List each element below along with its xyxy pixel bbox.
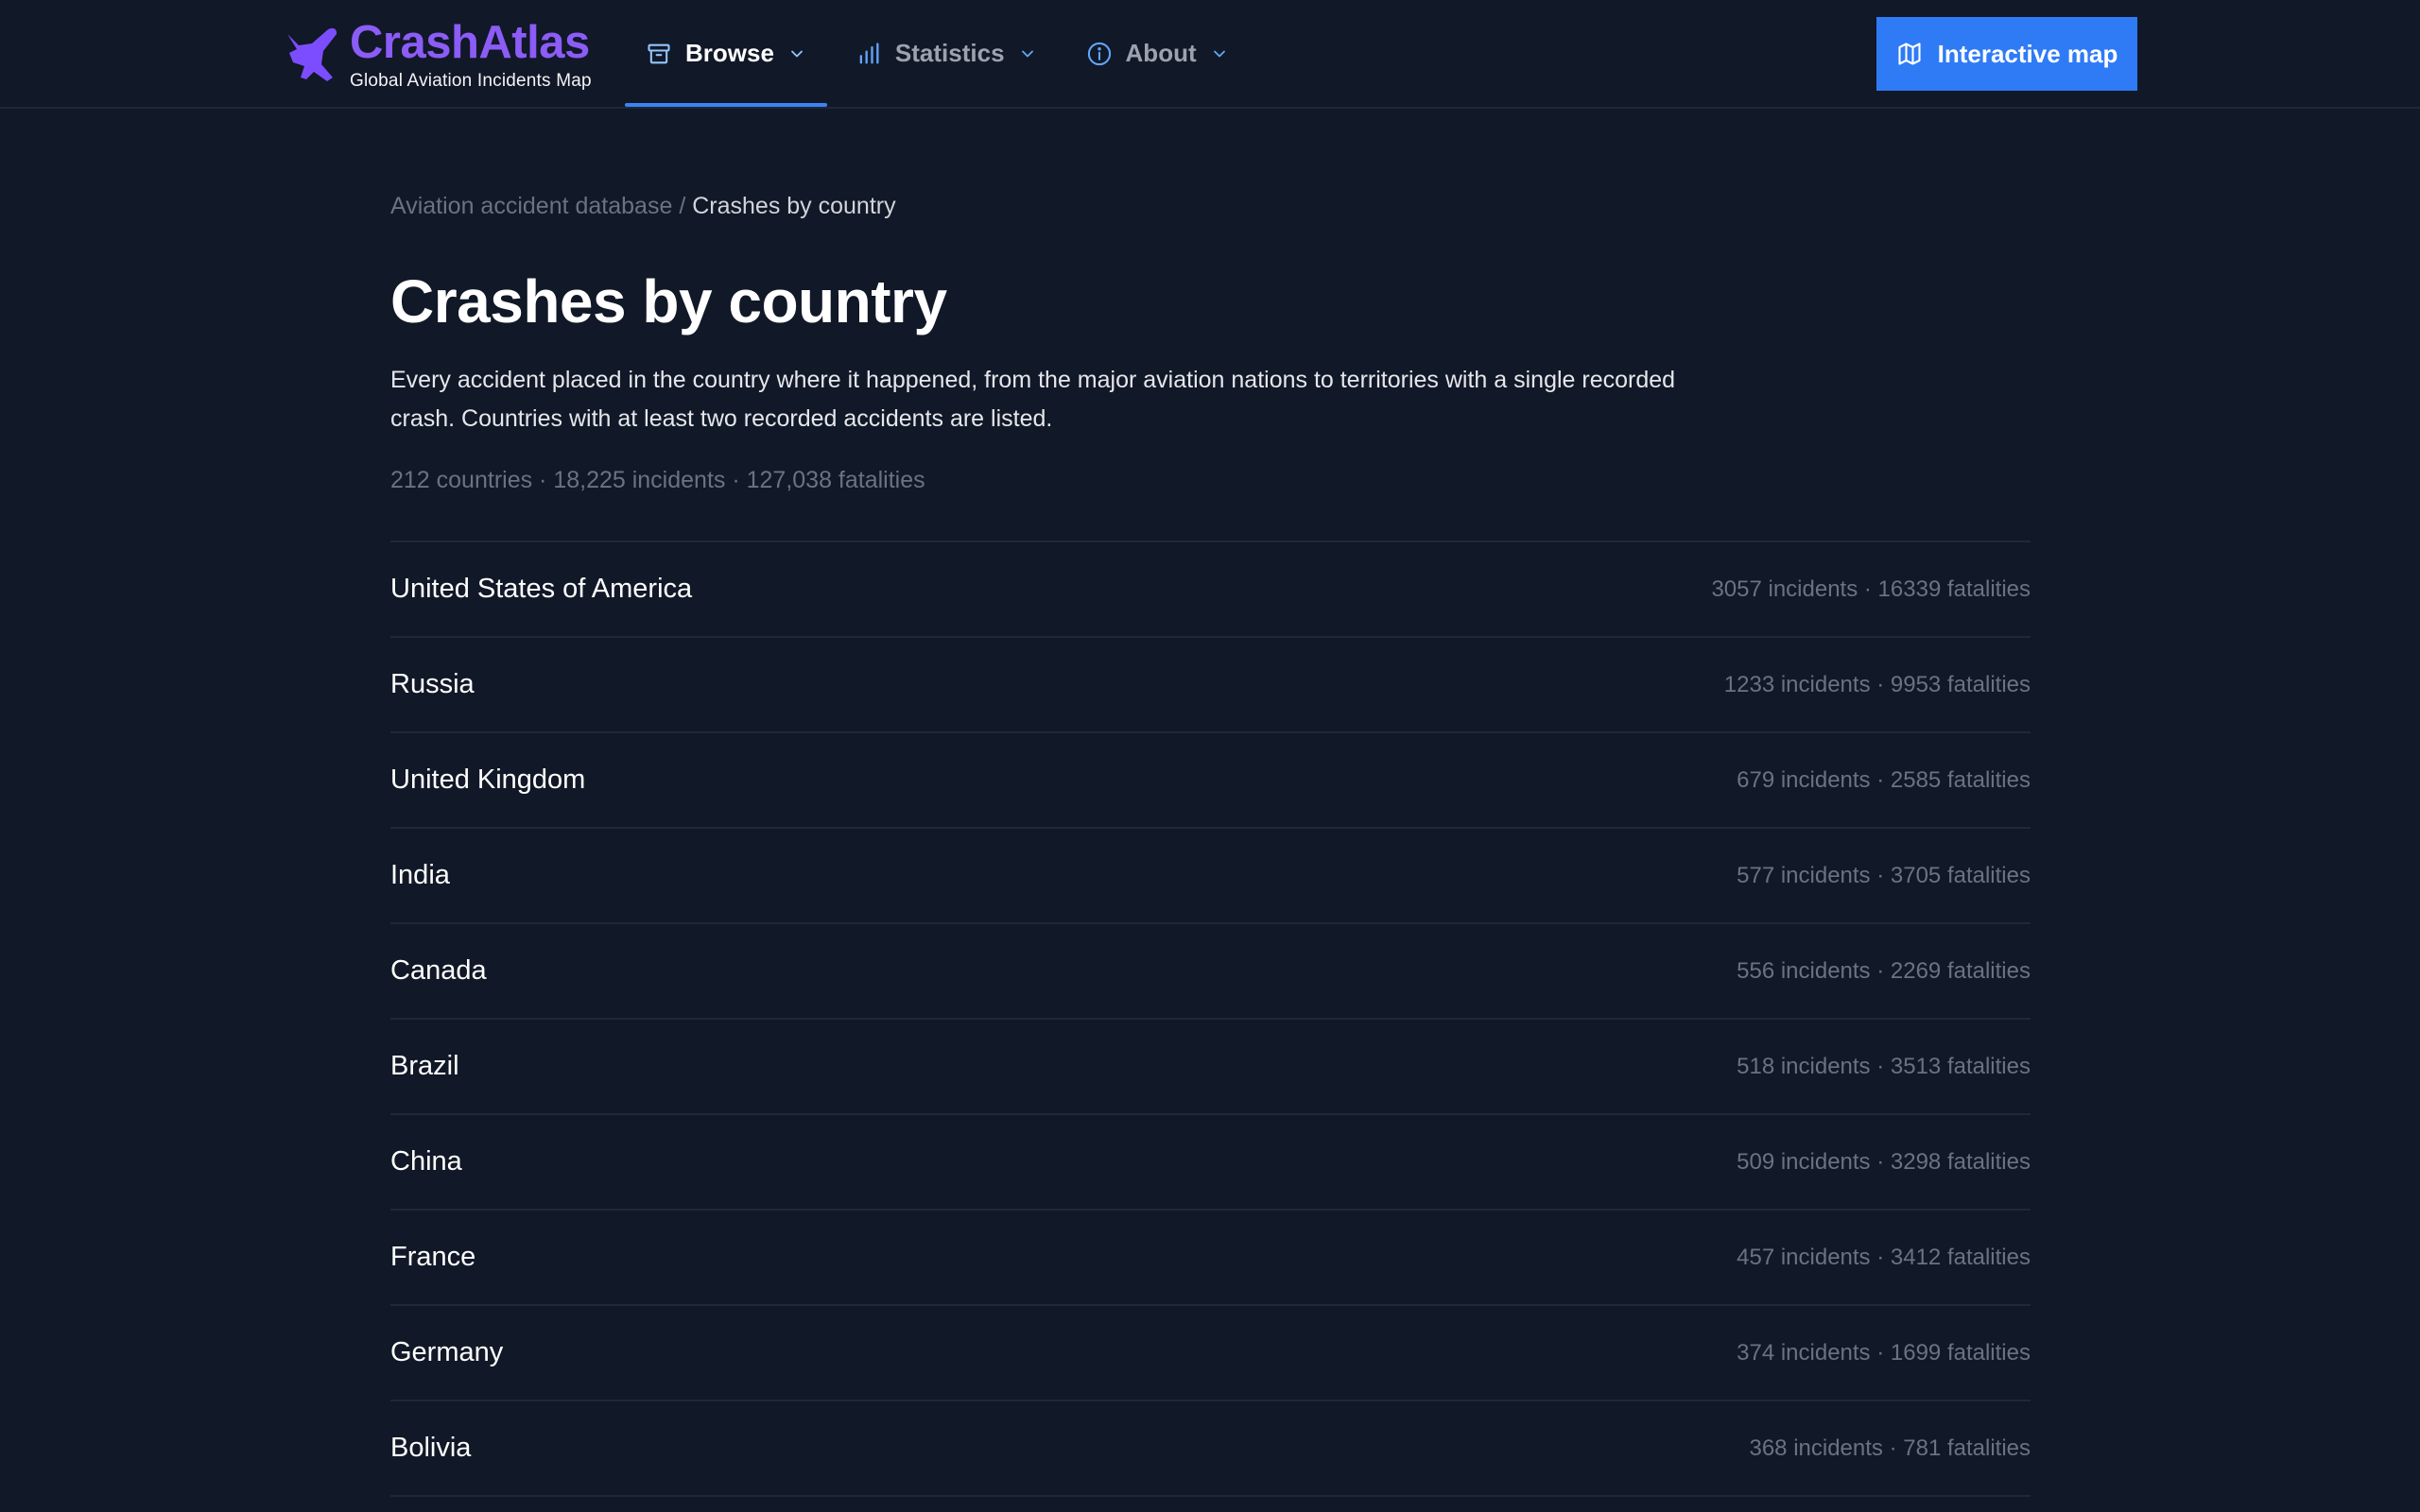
bar-chart-icon [859, 42, 879, 64]
country-stats: 374 incidents · 1699 fatalities [1737, 1339, 2031, 1366]
nav-browse-label: Browse [685, 39, 774, 67]
page-title: Crashes by country [390, 267, 947, 335]
nav-statistics-label: Statistics [894, 39, 1005, 67]
brand-name: CrashAtlas [350, 17, 590, 68]
country-row[interactable]: Bolivia 368 incidents · 781 fatalities [390, 1401, 2031, 1498]
archive-box-icon [648, 43, 670, 63]
chevron-down-icon [791, 50, 803, 57]
airplane-logo-icon [287, 27, 337, 82]
breadcrumb-separator: / [679, 193, 686, 219]
country-row[interactable]: Canada 556 incidents · 2269 fatalities [390, 924, 2031, 1021]
page-summary: 212 countries · 18,225 incidents · 127,0… [390, 467, 925, 494]
country-name: United States of America [390, 574, 693, 605]
country-name: France [390, 1242, 476, 1273]
nav-about-label: About [1125, 39, 1197, 67]
country-stats: 457 incidents · 3412 fatalities [1737, 1244, 2031, 1270]
country-row[interactable]: United Kingdom 679 incidents · 2585 fata… [390, 733, 2031, 830]
country-stats: 577 incidents · 3705 fatalities [1737, 862, 2031, 888]
interactive-map-label: Interactive map [1937, 39, 2118, 68]
info-circle-icon [1087, 42, 1111, 65]
breadcrumb-parent-link[interactable]: Aviation accident database [390, 193, 672, 219]
breadcrumb: Aviation accident database / Crashes by … [390, 189, 2031, 223]
country-stats: 368 incidents · 781 fatalities [1749, 1435, 2031, 1461]
country-stats: 518 incidents · 3513 fatalities [1737, 1053, 2031, 1079]
interactive-map-button[interactable]: Interactive map [1876, 17, 2137, 91]
country-stats: 679 incidents · 2585 fatalities [1737, 766, 2031, 793]
country-row[interactable]: France 457 incidents · 3412 fatalities [390, 1211, 2031, 1307]
chevron-down-icon [1021, 50, 1033, 57]
country-row[interactable]: Brazil 518 incidents · 3513 fatalities [390, 1020, 2031, 1116]
nav-browse[interactable]: Browse [625, 0, 827, 107]
chevron-down-icon [1213, 50, 1225, 57]
country-name: Canada [390, 955, 487, 987]
breadcrumb-current: Crashes by country [692, 193, 896, 219]
country-stats: 1233 incidents · 9953 fatalities [1723, 671, 2031, 697]
map-icon [1898, 43, 1921, 65]
country-name: Germany [390, 1337, 504, 1368]
country-row[interactable]: Germany 374 incidents · 1699 fatalities [390, 1306, 2031, 1402]
country-name: Bolivia [390, 1433, 472, 1464]
main-content: Aviation accident database / Crashes by … [390, 189, 2031, 1498]
country-name: United Kingdom [390, 765, 586, 796]
country-row[interactable]: China 509 incidents · 3298 fatalities [390, 1115, 2031, 1211]
nav-about[interactable]: About [1065, 0, 1250, 107]
country-stats: 509 incidents · 3298 fatalities [1737, 1148, 2031, 1175]
country-name: China [390, 1146, 462, 1177]
country-row[interactable]: India 577 incidents · 3705 fatalities [390, 829, 2031, 925]
brand-logo-link[interactable]: CrashAtlas Global Aviation Incidents Map [280, 17, 592, 93]
nav-statistics[interactable]: Statistics [835, 0, 1058, 107]
brand-tagline: Global Aviation Incidents Map [350, 71, 592, 91]
top-navigation-bar: CrashAtlas Global Aviation Incidents Map… [0, 0, 2420, 109]
page-intro: Every accident placed in the country whe… [390, 367, 1676, 433]
country-list: United States of America 3057 incidents … [390, 541, 2031, 1498]
country-name: Brazil [390, 1051, 459, 1082]
main-nav: Browse Statistics About [625, 0, 1250, 107]
country-stats: 556 incidents · 2269 fatalities [1737, 957, 2031, 984]
country-row[interactable]: United States of America 3057 incidents … [390, 542, 2031, 639]
country-row[interactable]: Russia 1233 incidents · 9953 fatalities [390, 638, 2031, 734]
country-stats: 3057 incidents · 16339 fatalities [1711, 576, 2031, 602]
country-name: India [390, 860, 450, 891]
country-name: Russia [390, 669, 475, 700]
